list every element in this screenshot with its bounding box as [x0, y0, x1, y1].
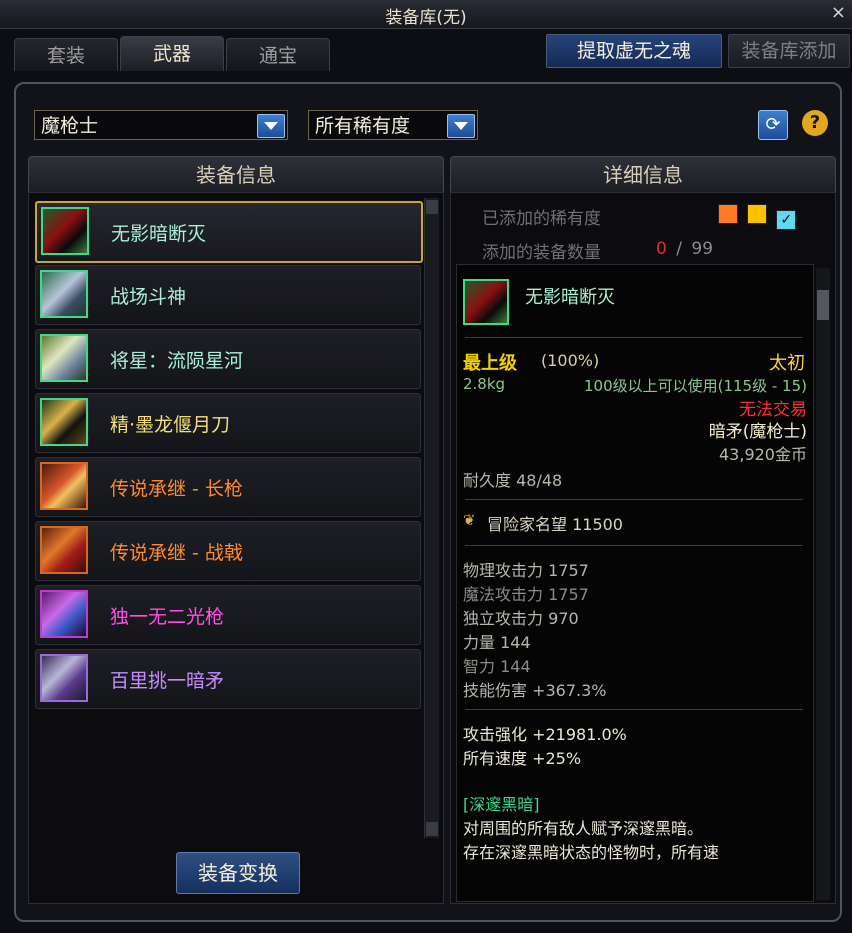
stat-line: 技能伤害 +367.3%: [463, 681, 607, 700]
equipment-list: 无影暗断灭 战场斗神 将星：流陨星河 精·墨龙偃月刀 传说承继 - 长枪 传说承…: [28, 192, 444, 904]
scroll-up-icon[interactable]: [426, 200, 438, 214]
list-item[interactable]: 传说承继 - 战戟: [35, 521, 421, 581]
item-name: 精·墨龙偃月刀: [110, 414, 231, 436]
item-name: 百里挑一暗矛: [110, 670, 225, 692]
weapon-icon: [41, 207, 89, 255]
detail-tier: 太初: [769, 353, 805, 374]
detail-level-req: 100级以上可以使用(115级 - 15): [583, 377, 807, 395]
detail-price: 43,920金币: [719, 445, 807, 464]
bonus-line: 攻击强化 +21981.0%: [463, 725, 627, 744]
weapon-icon: [40, 526, 88, 574]
rarity-select[interactable]: 所有稀有度: [308, 110, 478, 140]
tab-set[interactable]: 套装: [14, 38, 118, 71]
rarity-swatch: [718, 204, 738, 224]
list-item[interactable]: 将星：流陨星河: [35, 329, 421, 389]
detail-durability: 耐久度 48/48: [463, 471, 563, 490]
count-current: 0: [656, 239, 667, 259]
item-name: 将星：流陨星河: [110, 350, 244, 372]
detail-grade-pct: (100%): [541, 351, 600, 370]
list-scrollbar[interactable]: [424, 198, 439, 838]
skill-name: [深邃黑暗]: [463, 795, 540, 814]
extract-soul-button[interactable]: 提取虚无之魂: [546, 34, 722, 68]
weapon-icon: [40, 590, 88, 638]
rarity-swatch-checked: ✓: [776, 210, 797, 230]
fame-icon: ❦: [463, 511, 476, 529]
count-separator: /: [676, 239, 682, 259]
detail-scrollbar[interactable]: [816, 268, 830, 900]
close-button[interactable]: ×: [831, 2, 846, 23]
item-name: 传说承继 - 战戟: [110, 542, 243, 564]
class-select[interactable]: 魔枪士: [34, 110, 288, 140]
class-select-value: 魔枪士: [41, 115, 99, 137]
item-tooltip: 无影暗断灭 最上级 (100%) 太初 2.8kg 100级以上可以使用(115…: [456, 264, 814, 902]
weapon-icon: [40, 270, 88, 318]
weapon-icon: [40, 334, 88, 382]
item-name: 独一无二光枪: [110, 606, 225, 628]
equipment-info-header: 装备信息: [28, 156, 444, 194]
detail-fame: 冒险家名望 11500: [487, 515, 623, 534]
add-to-storage-button[interactable]: 装备库添加: [728, 34, 850, 68]
weapon-icon: [40, 462, 88, 510]
chevron-down-icon[interactable]: [447, 114, 475, 138]
help-icon[interactable]: ?: [802, 110, 828, 136]
list-item[interactable]: 传说承继 - 长枪: [35, 457, 421, 517]
equipment-swap-button[interactable]: 装备变换: [176, 852, 300, 894]
list-item[interactable]: 战场斗神: [35, 265, 421, 325]
item-name: 无影暗断灭: [111, 223, 207, 245]
count-max: 99: [691, 239, 714, 259]
list-item[interactable]: 无影暗断灭: [35, 201, 423, 263]
window-title: 装备库(无): [385, 8, 467, 28]
detail-grade: 最上级: [463, 353, 517, 374]
stat-line: 物理攻击力 1757: [463, 561, 589, 580]
tab-weapon[interactable]: 武器: [120, 36, 224, 71]
skill-desc-line: 存在深邃黑暗状态的怪物时，所有速: [463, 843, 720, 862]
rarity-select-value: 所有稀有度: [315, 115, 411, 137]
detail-weight: 2.8kg: [463, 375, 506, 393]
list-item[interactable]: 百里挑一暗矛: [35, 649, 421, 709]
item-name: 传说承继 - 长枪: [110, 478, 243, 500]
scroll-down-icon[interactable]: [426, 822, 438, 836]
detail-type: 暗矛(魔枪士): [708, 422, 807, 442]
list-item[interactable]: 精·墨龙偃月刀: [35, 393, 421, 453]
stat-line: 力量 144: [463, 633, 531, 652]
rarity-swatch: [747, 204, 768, 224]
stat-line: 魔法攻击力 1757: [463, 585, 589, 604]
detail-info-header: 详细信息: [450, 156, 836, 194]
equipment-count-label: 添加的装备数量: [482, 243, 601, 263]
divider: [465, 545, 803, 546]
divider: [465, 337, 803, 338]
divider: [465, 499, 803, 500]
weapon-icon: [40, 654, 88, 702]
scroll-thumb[interactable]: [817, 290, 829, 320]
equipment-count: 0 / 99: [656, 239, 713, 259]
stat-line: 智力 144: [463, 657, 531, 676]
weapon-icon: [40, 398, 88, 446]
stat-line: 独立攻击力 970: [463, 609, 579, 628]
skill-desc-line: 对周围的所有敌人赋予深邃黑暗。: [463, 819, 704, 838]
tab-tongbao[interactable]: 通宝: [226, 38, 330, 71]
list-item[interactable]: 独一无二光枪: [35, 585, 421, 645]
divider: [465, 709, 803, 710]
chevron-down-icon[interactable]: [257, 114, 285, 138]
weapon-icon: [463, 279, 509, 325]
bonus-line: 所有速度 +25%: [463, 749, 582, 768]
refresh-icon[interactable]: ⟳: [758, 110, 788, 140]
rarity-swatches: ✓: [718, 204, 797, 230]
rarity-added-label: 已添加的稀有度: [482, 209, 601, 229]
item-name: 战场斗神: [110, 286, 187, 308]
detail-item-name: 无影暗断灭: [525, 287, 615, 308]
